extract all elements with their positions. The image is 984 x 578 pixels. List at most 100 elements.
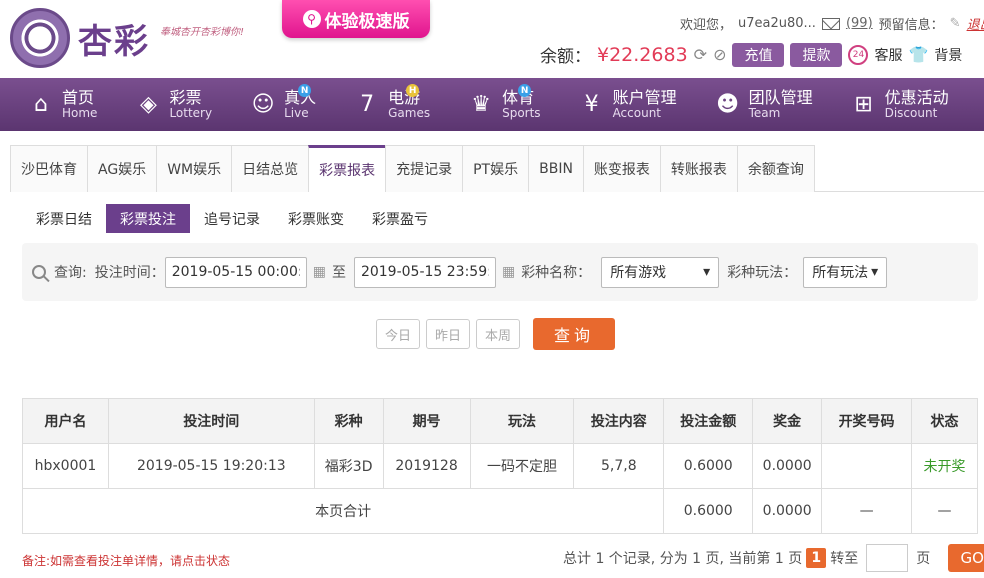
cell-play: 一码不定胆 [469,443,575,489]
total-row: 本页合计 0.6000 0.0000 — — [21,488,978,534]
logo-slogan: 奉城杏开杏彩博你! [160,26,245,38]
cell-bonus: 0.0000 [752,443,823,489]
end-time-input[interactable] [353,256,496,288]
col-game: 彩种 [313,398,384,444]
total-dash: — [821,488,912,534]
edit-icon[interactable]: ✎ [950,16,961,31]
nav-discount[interactable]: ⊞ 优惠活动 Discount [823,78,959,131]
play-label: 彩种玩法： [727,265,798,281]
cell-amount: 0.6000 [663,443,754,489]
today-button[interactable]: 今日 [376,319,420,349]
goto-label: 转至 [830,551,859,567]
tab-deposit-withdraw[interactable]: 充提记录 [385,145,464,192]
main-nav: ⌂ 首页 Home ◈ 彩票 Lottery ☺ 真人 Live N 7 电游 Game… [0,78,984,131]
shirt-icon[interactable]: 👕 [908,45,928,64]
logo-emblem-icon [10,8,70,68]
col-issue: 期号 [382,398,471,444]
pager: 总计 1 个记录, 分为 1 页, 当前第 1 页 1 转至 页 GO [563,544,984,572]
go-button[interactable]: GO [948,544,984,572]
tab-bbin[interactable]: BBIN [528,145,584,192]
tab-account-change[interactable]: 账变报表 [582,145,661,192]
subtab-profit[interactable]: 彩票盈亏 [358,204,442,233]
tab-transfer[interactable]: 转账报表 [659,145,738,192]
header: 杏彩 奉城杏开杏彩博你! ⚲ 体验极速版 欢迎您， u7ea2u80... (9… [0,0,984,78]
customer-service-link[interactable]: 客服 [874,45,902,65]
promo-text: 体验极速版 [324,11,410,32]
promo-banner[interactable]: ⚲ 体验极速版 [282,0,430,38]
col-bonus: 奖金 [752,398,823,444]
new-badge: N [298,84,312,97]
tab-saba-sports[interactable]: 沙巴体育 [10,145,88,192]
cell-status[interactable]: 未开奖 [911,443,978,489]
nav-lottery[interactable]: ◈ 彩票 Lottery [107,78,222,131]
subtab-bets[interactable]: 彩票投注 [106,204,190,233]
cell-game: 福彩3D [313,443,384,489]
logo-text: 杏彩 [78,21,150,62]
cell-content: 5,7,8 [573,443,665,489]
trophy-icon: ♛ [471,92,491,117]
col-play: 玩法 [469,398,575,444]
calendar-icon[interactable]: ▦ [313,264,326,280]
subtab-daily[interactable]: 彩票日结 [22,204,106,233]
chevron-down-icon: ▾ [703,264,711,280]
home-icon: ⌂ [34,92,48,117]
deposit-button[interactable]: 充值 [732,42,785,67]
account-icon: ¥ [584,92,599,117]
week-button[interactable]: 本周 [476,319,520,349]
message-count[interactable]: (99) [846,16,873,31]
tab-lottery-report[interactable]: 彩票报表 [308,145,387,192]
nav-games[interactable]: 7 电游 Games H [326,78,440,131]
nav-home[interactable]: ⌂ 首页 Home [0,78,107,131]
subtab-chase[interactable]: 追号记录 [190,204,274,233]
tab-pt[interactable]: PT娱乐 [462,145,530,192]
calendar-icon[interactable]: ▦ [502,264,515,280]
hide-eye-icon[interactable]: ⊘ [713,45,726,64]
cell-issue: 2019128 [382,443,471,489]
logout-link[interactable]: 退出 [967,14,984,33]
tab-wm[interactable]: WM娱乐 [156,145,233,192]
tab-balance[interactable]: 余额查询 [736,145,815,192]
table-header: 用户名 投注时间 彩种 期号 玩法 投注内容 投注金额 奖金 开奖号码 状态 [22,398,978,444]
withdraw-button[interactable]: 提款 [790,42,843,67]
nav-live[interactable]: ☺ 真人 Live N [222,78,326,131]
new-badge: N [518,84,532,97]
table-row: hbx0001 2019-05-15 19:20:13 福彩3D 2019128… [22,443,978,489]
game-label: 彩种名称： [521,265,592,281]
welcome-text: 欢迎您， [680,18,733,33]
total-bonus: 0.0000 [752,488,823,534]
total-dash: — [911,488,978,534]
background-link[interactable]: 背景 [934,45,962,65]
nav-sports[interactable]: ♛ 体育 Sports N [440,78,550,131]
start-time-input[interactable] [164,256,307,288]
play-select[interactable]: 所有玩法 ▾ [803,256,888,288]
gift-icon: ⊞ [854,92,873,117]
total-label: 本页合计 [21,488,665,534]
nav-account[interactable]: ¥ 账户管理 Account [551,78,687,131]
page-input[interactable] [866,544,909,572]
subtab-account-change[interactable]: 彩票账变 [274,204,358,233]
logo[interactable]: 杏彩 奉城杏开杏彩博你! [10,8,244,68]
cell-user: hbx0001 [22,443,109,489]
pager-summary: 总计 1 个记录, 分为 1 页, 当前第 1 页 [563,551,803,567]
customer-service-icon[interactable]: 24 [848,44,869,65]
yesterday-button[interactable]: 昨日 [426,319,470,349]
sub-tabs: 彩票日结 彩票投注 追号记录 彩票账变 彩票盈亏 [22,204,442,233]
page-label: 页 [916,551,931,567]
lottery-icon: ◈ [139,92,157,117]
time-label: 投注时间： [94,265,165,281]
tab-ag[interactable]: AG娱乐 [87,145,158,192]
report-tabs: 沙巴体育 AG娱乐 WM娱乐 日结总览 彩票报表 充提记录 PT娱乐 BBIN … [10,145,984,192]
col-bet-time: 投注时间 [107,398,315,444]
nav-team[interactable]: ☻ 团队管理 Team [687,78,823,131]
current-page[interactable]: 1 [806,548,827,568]
balance-value: ¥22.2683 [597,43,688,66]
mail-icon[interactable] [821,17,840,30]
chevron-down-icon: ▾ [871,264,879,280]
to-label: 至 [331,265,346,281]
refresh-icon[interactable]: ⟳ [694,45,707,64]
notice-label: 预留信息： [878,18,944,33]
query-button[interactable]: 查询 [533,318,615,350]
tab-daily-overview[interactable]: 日结总览 [231,145,310,192]
game-select[interactable]: 所有游戏 ▾ [601,256,720,288]
speed-icon: ⚲ [302,10,321,28]
